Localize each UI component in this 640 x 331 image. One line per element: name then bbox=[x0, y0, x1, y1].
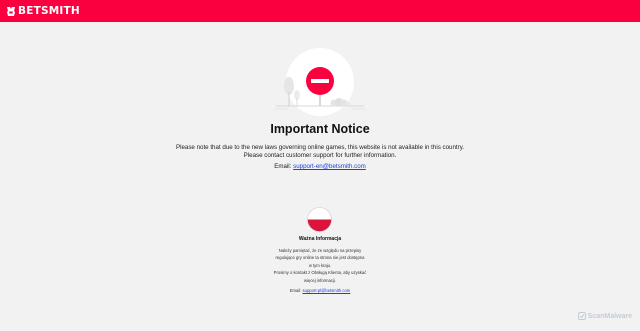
notice-message: Please note that due to the new laws gov… bbox=[0, 144, 640, 160]
polish-notice-line: w tym kraju. bbox=[308, 262, 332, 268]
support-email-link[interactable]: support-en@betsmith.com bbox=[293, 163, 366, 170]
polish-notice-line: więcej informacji. bbox=[304, 277, 336, 283]
support-email-row: Email: support-en@betsmith.com bbox=[0, 163, 640, 170]
polish-notice-line: Należy pamiętać, że ze względu na przepi… bbox=[278, 248, 362, 253]
scanmalware-icon bbox=[577, 312, 586, 320]
email-label: Email: bbox=[289, 288, 302, 293]
polish-notice-message: Należy pamiętać, że ze względu na przepi… bbox=[265, 247, 375, 284]
polish-support-email-row: Email: support-pl@betsmith.com bbox=[0, 288, 640, 293]
notice-line: Please note that due to the new laws gov… bbox=[175, 144, 465, 151]
watermark: ScanMalware bbox=[577, 311, 632, 321]
polish-notice-line: regulujące gry online ta strona nie jest… bbox=[275, 255, 365, 261]
email-label: Email: bbox=[274, 163, 292, 170]
polish-notice-title: Ważna Informacja bbox=[298, 236, 342, 242]
polish-notice-line: Prosimy o kontakt z Obsługą Klienta, aby… bbox=[273, 270, 367, 276]
polish-support-email-link[interactable]: support-pl@betsmith.com bbox=[303, 288, 351, 293]
top-bar: BETSMITH bbox=[0, 0, 640, 22]
notice-line: Please contact customer support for furt… bbox=[243, 152, 397, 159]
no-entry-sign-icon bbox=[272, 48, 368, 116]
poland-flag-icon bbox=[307, 207, 332, 232]
watermark-text: ScanMalware bbox=[587, 312, 632, 320]
brand-logo[interactable]: BETSMITH bbox=[6, 5, 80, 17]
brand-name: BETSMITH bbox=[18, 5, 80, 17]
betsmith-logo-icon bbox=[7, 6, 15, 16]
page-title: Important Notice bbox=[270, 122, 370, 136]
